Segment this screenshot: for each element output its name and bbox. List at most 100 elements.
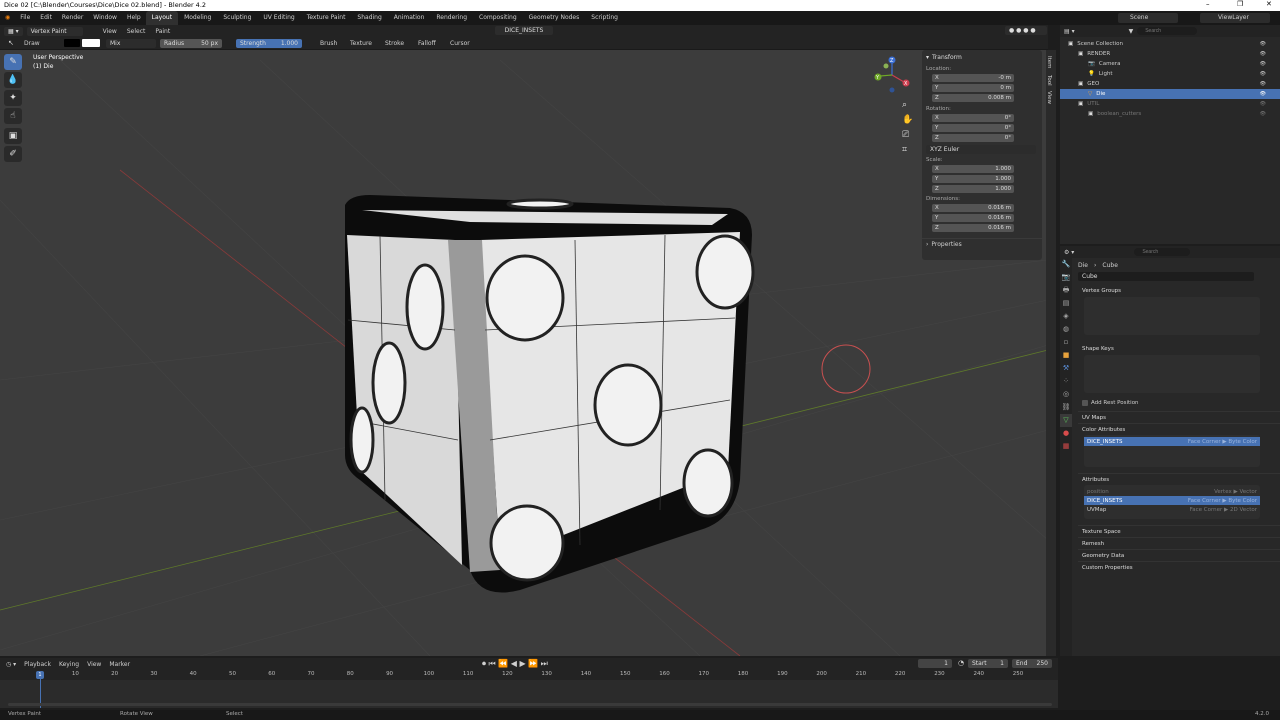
material-tab-icon[interactable]: ●	[1060, 427, 1072, 440]
menu-window[interactable]: Window	[88, 11, 122, 25]
shape-keys-header[interactable]: Shape Keys	[1078, 343, 1280, 355]
color-attribute-row[interactable]: DICE_INSETS Face Corner ▶ Byte Color	[1084, 437, 1260, 446]
tab-rendering[interactable]: Rendering	[430, 11, 473, 25]
geometry-data-header[interactable]: Geometry Data	[1078, 549, 1280, 561]
outliner-row[interactable]: ▣ GEO 👁	[1060, 79, 1280, 89]
visibility-eye-icon[interactable]: 👁	[1260, 89, 1266, 99]
dimensions-z-field[interactable]: Z 0.016 m	[932, 224, 1014, 232]
transform-header[interactable]: ▾ Transform	[922, 50, 1042, 64]
editor-type-button[interactable]: ▦ ▾	[4, 26, 23, 36]
menu-marker[interactable]: Marker	[109, 661, 130, 668]
strength-field[interactable]: Strength 1.000	[236, 39, 302, 48]
radius-field[interactable]: Radius 50 px	[160, 39, 222, 48]
secondary-color-swatch[interactable]	[82, 39, 100, 47]
view-layer-tab-icon[interactable]: ▤	[1060, 297, 1072, 310]
texture-tab-icon[interactable]: ▦	[1060, 440, 1072, 453]
menu-help[interactable]: Help	[122, 11, 146, 25]
filter-icon[interactable]: ▼	[1129, 28, 1134, 35]
menu-file[interactable]: File	[15, 11, 35, 25]
tab-layout[interactable]: Layout	[145, 11, 179, 25]
scale-x-field[interactable]: X 1.000	[932, 165, 1014, 173]
scene-tab-icon[interactable]: ◈	[1060, 310, 1072, 323]
visibility-eye-icon[interactable]: 👁	[1260, 49, 1266, 59]
3d-cursor[interactable]	[821, 344, 871, 394]
color-attributes-header[interactable]: Color Attributes	[1078, 423, 1280, 435]
visibility-eye-icon[interactable]: 👁	[1260, 79, 1266, 89]
dimensions-x-field[interactable]: X 0.016 m	[932, 204, 1014, 212]
vertex-groups-list[interactable]	[1084, 297, 1260, 335]
location-y-field[interactable]: Y 0 m	[932, 84, 1014, 92]
scale-z-field[interactable]: Z 1.000	[932, 185, 1014, 193]
uv-maps-header[interactable]: UV Maps	[1078, 411, 1280, 423]
editor-type-icon[interactable]: ◷ ▾	[6, 661, 16, 668]
visibility-eye-icon[interactable]: 👁	[1260, 59, 1266, 69]
attribute-row[interactable]: DICE_INSETS Face Corner ▶ Byte Color	[1084, 496, 1260, 505]
outliner-row[interactable]: ▽ Die 👁	[1060, 89, 1280, 99]
visibility-eye-icon[interactable]: 👁	[1260, 69, 1266, 79]
menu-edit[interactable]: Edit	[35, 11, 57, 25]
object-tab-icon[interactable]: ■	[1060, 349, 1072, 362]
tab-sculpting[interactable]: Sculpting	[217, 11, 257, 25]
outliner-search-input[interactable]	[1137, 27, 1198, 35]
menu-render[interactable]: Render	[57, 11, 88, 25]
remesh-header[interactable]: Remesh	[1078, 537, 1280, 549]
render-tab-icon[interactable]: 📷	[1060, 271, 1072, 284]
frame-ruler[interactable]: 1102030405060708090100110120130140150160…	[0, 670, 1058, 680]
modifiers-tab-icon[interactable]: ⚒	[1060, 362, 1072, 375]
rotation-x-field[interactable]: X 0°	[932, 114, 1014, 122]
playhead[interactable]: 1	[36, 671, 44, 679]
tab-texture-paint[interactable]: Texture Paint	[301, 11, 352, 25]
menu-view[interactable]: View	[87, 661, 101, 668]
menu-brush[interactable]: Brush	[320, 40, 337, 47]
dimensions-y-field[interactable]: Y 0.016 m	[932, 214, 1014, 222]
brush-name[interactable]: Draw	[24, 40, 40, 47]
shading-buttons[interactable]: ● ● ● ●	[1005, 26, 1047, 35]
start-frame-field[interactable]: Start 1	[968, 659, 1008, 668]
properties-subpanel-header[interactable]: › Properties	[922, 238, 1042, 250]
color-attributes-list[interactable]: DICE_INSETS Face Corner ▶ Byte Color	[1084, 435, 1260, 467]
menu-view[interactable]: View	[103, 28, 117, 35]
outliner-row[interactable]: 💡 Light 👁	[1060, 69, 1280, 79]
attributes-header[interactable]: Attributes	[1078, 473, 1280, 485]
draw-tool-icon[interactable]: ✎	[4, 54, 22, 70]
tab-view[interactable]: View	[1046, 91, 1052, 104]
visibility-eye-icon[interactable]: 👁	[1260, 99, 1266, 109]
editor-type-icon[interactable]: ▤ ▾	[1064, 28, 1075, 35]
collection-tab-icon[interactable]: ▫	[1060, 336, 1072, 349]
smear-tool-icon[interactable]: ☝	[4, 108, 22, 124]
constraints-tab-icon[interactable]: ⛓	[1060, 401, 1072, 414]
scale-y-field[interactable]: Y 1.000	[932, 175, 1014, 183]
view-layer-selector[interactable]: ViewLayer	[1200, 13, 1270, 23]
average-tool-icon[interactable]: ✦	[4, 90, 22, 106]
output-tab-icon[interactable]: 🖶	[1060, 284, 1072, 297]
outliner-row[interactable]: 📷 Camera 👁	[1060, 59, 1280, 69]
minimize-button[interactable]: –	[1206, 0, 1210, 8]
visibility-eye-icon[interactable]: 👁	[1260, 39, 1266, 49]
tab-modeling[interactable]: Modeling	[178, 11, 217, 25]
camera-view-icon[interactable]: ⎚	[902, 130, 910, 140]
mesh-datablock-field[interactable]: Cube	[1078, 272, 1254, 281]
menu-texture[interactable]: Texture	[350, 40, 372, 47]
menu-playback[interactable]: Playback	[24, 661, 51, 668]
rotation-y-field[interactable]: Y 0°	[932, 124, 1014, 132]
pan-hand-icon[interactable]: ✋	[902, 113, 913, 125]
location-x-field[interactable]: X -0 m	[932, 74, 1014, 82]
end-frame-field[interactable]: End 250	[1012, 659, 1052, 668]
maximize-button[interactable]: ❐	[1237, 0, 1243, 8]
shape-keys-list[interactable]	[1084, 355, 1260, 393]
menu-cursor[interactable]: Cursor	[450, 40, 470, 47]
navigation-gizmo[interactable]: Z X Y	[874, 56, 910, 93]
tab-item[interactable]: Item	[1046, 56, 1052, 69]
tab-uv-editing[interactable]: UV Editing	[257, 11, 300, 25]
blender-logo-icon[interactable]: ◉	[0, 11, 15, 25]
attribute-row[interactable]: UVMap Face Corner ▶ 2D Vector	[1084, 505, 1260, 514]
tab-geometry-nodes[interactable]: Geometry Nodes	[523, 11, 586, 25]
close-button[interactable]: ✕	[1266, 0, 1272, 8]
tab-animation[interactable]: Animation	[388, 11, 431, 25]
annotate-tool-icon[interactable]: ✐	[4, 146, 22, 162]
tab-scripting[interactable]: Scripting	[585, 11, 624, 25]
tab-compositing[interactable]: Compositing	[473, 11, 523, 25]
menu-stroke[interactable]: Stroke	[385, 40, 404, 47]
timeline-track[interactable]: 1102030405060708090100110120130140150160…	[0, 670, 1058, 708]
rotation-z-field[interactable]: Z 0°	[932, 134, 1014, 142]
